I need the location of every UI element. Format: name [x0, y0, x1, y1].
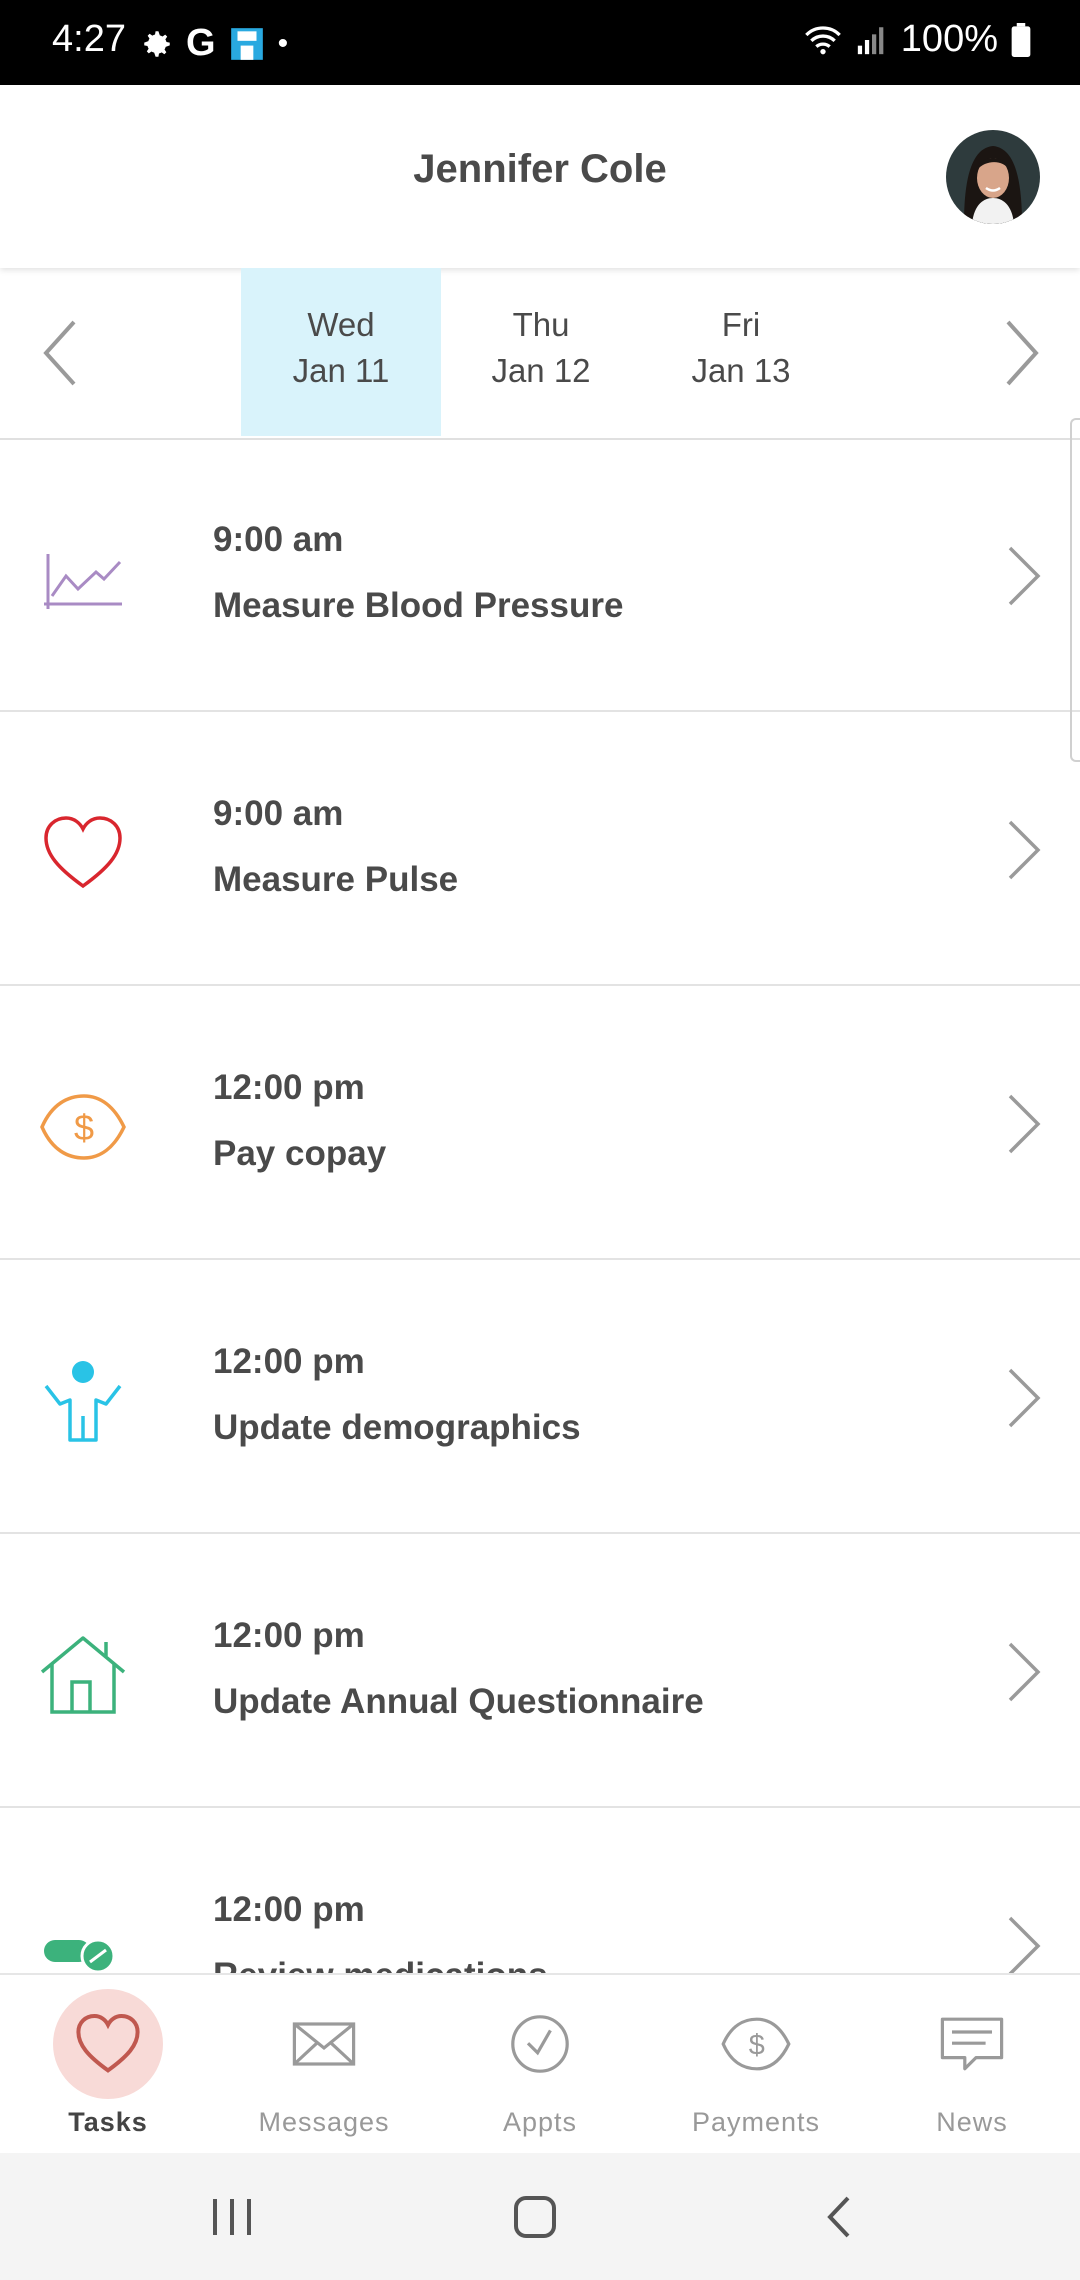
wifi-icon [804, 25, 841, 54]
date-weekday: Wed [307, 306, 375, 343]
back-button[interactable] [778, 2153, 898, 2280]
status-notification-icons: G • [140, 22, 288, 65]
status-right: 100% [803, 18, 1032, 61]
pills-icon [44, 1938, 116, 1973]
task-row[interactable]: 12:00 pm Review medications [0, 1808, 1080, 1973]
task-name: Measure Blood Pressure [213, 586, 624, 625]
date-weekday: Fri [721, 306, 761, 343]
task-time: 9:00 am [213, 520, 344, 559]
task-row[interactable]: 12:00 pm Update demographics [0, 1260, 1080, 1534]
date-weekday: Thu [512, 306, 570, 343]
date-tab-thu[interactable]: Thu Jan 12 [441, 268, 641, 436]
bottom-tab-bar: Tasks Messages Appts $ Payments News [0, 1973, 1080, 2155]
date-label: Jan 12 [491, 352, 591, 389]
date-tab-fri[interactable]: Fri Jan 13 [641, 268, 841, 436]
tab-label: Messages [258, 2107, 390, 2137]
svg-text:$: $ [749, 2029, 765, 2061]
recent-apps-button[interactable] [172, 2153, 292, 2280]
tab-label: Appts [502, 2107, 578, 2137]
tab-icon-wrap [53, 1989, 163, 2099]
tab-icon-wrap [269, 1989, 379, 2099]
task-name: Measure Pulse [213, 860, 459, 899]
task-name: Pay copay [213, 1134, 387, 1173]
chart-line-icon [44, 554, 122, 609]
date-label: Jan 11 [292, 352, 390, 389]
google-icon: G [186, 22, 216, 64]
tab-news[interactable]: News [864, 1975, 1080, 2155]
previous-day-button[interactable] [20, 308, 100, 398]
task-name: Review medications [213, 1956, 548, 1973]
next-day-button[interactable] [982, 308, 1062, 398]
task-time: 12:00 pm [213, 1068, 365, 1107]
avatar-image [946, 130, 1040, 224]
battery-percent: 100% [900, 18, 998, 60]
svg-text:$: $ [74, 1107, 94, 1148]
status-time: 4:27 [52, 18, 126, 60]
gear-icon [144, 30, 170, 57]
task-time: 12:00 pm [213, 1342, 365, 1381]
page-title: Jennifer Cole [413, 147, 667, 191]
person-icon [44, 1361, 122, 1442]
heart-icon [44, 816, 122, 889]
tab-payments[interactable]: $ Payments [648, 1975, 864, 2155]
date-tab-wed[interactable]: Wed Jan 11 [241, 268, 441, 436]
tab-label: Tasks [68, 2107, 148, 2137]
task-row[interactable]: 9:00 am Measure Pulse [0, 712, 1080, 986]
home-icon [514, 2195, 556, 2238]
task-list: 9:00 am Measure Blood Pressure 9:00 am M… [0, 438, 1080, 1973]
header: Jennifer Cole [0, 85, 1080, 268]
task-time: 9:00 am [213, 794, 344, 833]
chevron-right-icon [1008, 546, 1041, 606]
task-name: Update demographics [213, 1408, 581, 1447]
back-icon [827, 2196, 850, 2237]
avatar[interactable] [946, 130, 1040, 224]
recent-apps-icon [213, 2198, 251, 2235]
chevron-right-icon [1008, 820, 1041, 880]
task-name: Update Annual Questionnaire [213, 1682, 704, 1721]
chevron-right-icon [1006, 320, 1039, 386]
signal-icon [857, 26, 884, 54]
chat-icon [940, 2017, 1004, 2071]
tab-icon-wrap: $ [701, 1989, 811, 2099]
tab-messages[interactable]: Messages [216, 1975, 432, 2155]
chevron-right-icon [1008, 1642, 1041, 1702]
dollar-tag-icon: $ [721, 2017, 791, 2071]
scrollbar[interactable] [1070, 418, 1080, 762]
chevron-right-icon [1008, 1916, 1041, 1973]
battery-icon [1011, 22, 1031, 57]
task-row[interactable]: 9:00 am Measure Blood Pressure [0, 438, 1080, 712]
dot-icon: • [277, 26, 289, 60]
clock-icon [511, 2015, 569, 2073]
storage-icon [230, 27, 263, 60]
task-time: 12:00 pm [213, 1890, 365, 1929]
task-row[interactable]: 12:00 pm Update Annual Questionnaire [0, 1534, 1080, 1808]
chevron-right-icon [1008, 1094, 1041, 1154]
dollar-tag-icon: $ [40, 1094, 126, 1160]
chevron-right-icon [1008, 1368, 1041, 1428]
home-button[interactable] [475, 2153, 595, 2280]
chevron-left-icon [43, 320, 76, 386]
heart-icon [76, 2013, 140, 2073]
tab-label: News [936, 2107, 1008, 2137]
status-bar: 4:27 G • 100% [0, 0, 1080, 85]
date-label: Jan 13 [691, 352, 791, 389]
envelope-icon [292, 2022, 356, 2066]
date-selector: Wed Jan 11 Thu Jan 12 Fri Jan 13 [0, 268, 1080, 440]
task-time: 12:00 pm [213, 1616, 365, 1655]
tab-appts[interactable]: Appts [432, 1975, 648, 2155]
tab-icon-wrap [917, 1989, 1027, 2099]
system-nav-bar [0, 2153, 1080, 2280]
task-row[interactable]: $ 12:00 pm Pay copay [0, 986, 1080, 1260]
tab-icon-wrap [485, 1989, 595, 2099]
tab-label: Payments [691, 2107, 821, 2137]
house-icon [40, 1636, 126, 1714]
tab-tasks[interactable]: Tasks [0, 1975, 216, 2155]
